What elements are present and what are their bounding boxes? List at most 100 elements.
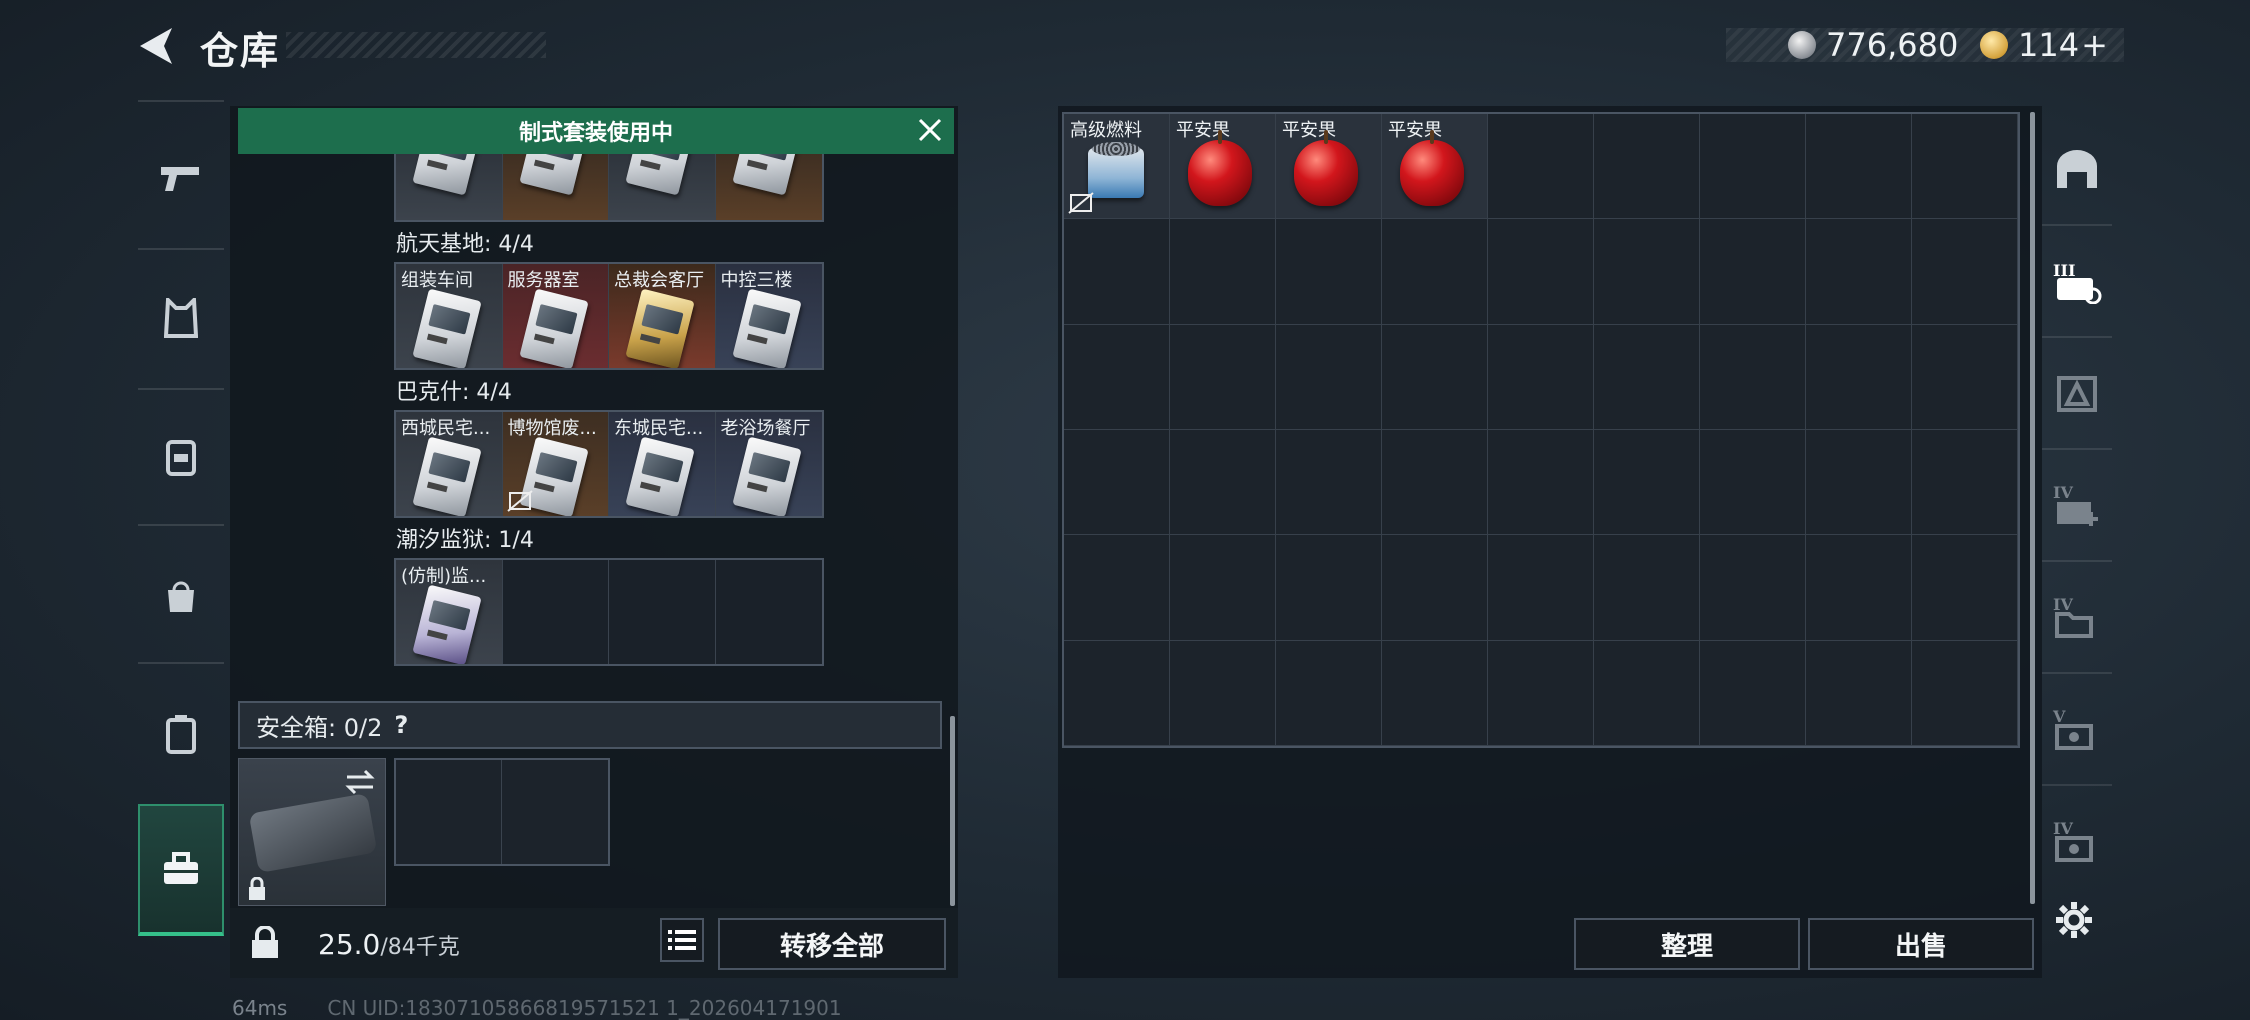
nav-weapons[interactable]: [138, 118, 224, 238]
stash-tab-4[interactable]: IV: [2042, 450, 2112, 562]
empty-stash-cell[interactable]: [1488, 324, 1594, 430]
empty-slot[interactable]: [503, 560, 609, 664]
stash-item[interactable]: 平安果: [1382, 114, 1488, 220]
keycard-slot[interactable]: 服务器室: [502, 264, 609, 368]
back-icon[interactable]: [136, 24, 180, 68]
gold-add-icon[interactable]: +: [2081, 26, 2108, 64]
apple-image: [1400, 130, 1464, 206]
empty-slot[interactable]: [609, 560, 716, 664]
empty-stash-cell[interactable]: [1064, 430, 1170, 536]
empty-stash-cell[interactable]: [1170, 430, 1276, 536]
card-slot[interactable]: [609, 150, 716, 220]
gold-currency[interactable]: 114 +: [1980, 26, 2108, 64]
stash-item[interactable]: 平安果: [1276, 114, 1382, 220]
nav-bag[interactable]: [138, 536, 224, 656]
close-icon[interactable]: [914, 114, 946, 146]
sell-button[interactable]: 出售: [1808, 918, 2034, 970]
empty-stash-cell[interactable]: [1912, 219, 2018, 325]
empty-stash-cell[interactable]: [1064, 324, 1170, 430]
empty-stash-cell[interactable]: [1488, 219, 1594, 325]
empty-stash-cell[interactable]: [1700, 324, 1806, 430]
empty-stash-cell[interactable]: [1594, 219, 1700, 325]
keycard-slot[interactable]: 东城民宅...: [609, 412, 716, 516]
list-view-button[interactable]: [660, 918, 704, 962]
empty-stash-cell[interactable]: [1700, 640, 1806, 746]
empty-stash-cell[interactable]: [1382, 535, 1488, 641]
empty-stash-cell[interactable]: [1806, 324, 1912, 430]
empty-stash-cell[interactable]: [1700, 430, 1806, 536]
keycard-slot[interactable]: 博物馆废...: [502, 412, 609, 516]
card-slot[interactable]: [502, 150, 609, 220]
empty-stash-cell[interactable]: [1170, 219, 1276, 325]
empty-stash-cell[interactable]: [1488, 114, 1594, 220]
empty-stash-cell[interactable]: [1594, 324, 1700, 430]
empty-stash-cell[interactable]: [1170, 324, 1276, 430]
keycard-slot[interactable]: (仿制)监...: [396, 560, 503, 664]
empty-slot[interactable]: [502, 760, 608, 864]
empty-stash-cell[interactable]: [1276, 324, 1382, 430]
nav-backpack[interactable]: [138, 396, 224, 516]
empty-stash-cell[interactable]: [1594, 640, 1700, 746]
keycard-slot[interactable]: 组装车间: [396, 264, 503, 368]
nav-case[interactable]: [138, 674, 224, 794]
card-slot[interactable]: [715, 150, 822, 220]
empty-stash-cell[interactable]: [1488, 640, 1594, 746]
empty-stash-cell[interactable]: [1594, 430, 1700, 536]
empty-stash-cell[interactable]: [1912, 640, 2018, 746]
stash-item[interactable]: 平安果: [1170, 114, 1276, 220]
help-icon[interactable]: ?: [394, 711, 408, 739]
empty-stash-cell[interactable]: [1806, 430, 1912, 536]
empty-stash-cell[interactable]: [1912, 324, 2018, 430]
nav-toolbox[interactable]: [138, 804, 224, 936]
empty-slot[interactable]: [716, 560, 823, 664]
empty-stash-cell[interactable]: [1806, 219, 1912, 325]
keycard-slot[interactable]: 西城民宅...: [396, 412, 503, 516]
keycard-slot[interactable]: 总裁会客厅: [609, 264, 716, 368]
scrollbar[interactable]: [950, 716, 955, 906]
empty-stash-cell[interactable]: [1276, 430, 1382, 536]
empty-stash-cell[interactable]: [1276, 535, 1382, 641]
empty-stash-cell[interactable]: [1700, 114, 1806, 220]
empty-stash-cell[interactable]: [1912, 430, 2018, 536]
empty-stash-cell[interactable]: [1382, 219, 1488, 325]
transfer-all-button[interactable]: 转移全部: [718, 918, 946, 970]
empty-stash-cell[interactable]: [1594, 114, 1700, 220]
empty-slot[interactable]: [396, 760, 502, 864]
empty-stash-cell[interactable]: [1064, 219, 1170, 325]
empty-stash-cell[interactable]: [1488, 430, 1594, 536]
safebox-container[interactable]: [238, 758, 386, 906]
empty-stash-cell[interactable]: [1382, 430, 1488, 536]
empty-stash-cell[interactable]: [1382, 640, 1488, 746]
keycard-slot[interactable]: 老浴场餐厅: [715, 412, 822, 516]
stash-tab-3[interactable]: [2042, 338, 2112, 450]
empty-stash-cell[interactable]: [1806, 535, 1912, 641]
empty-stash-cell[interactable]: [1276, 640, 1382, 746]
empty-stash-cell[interactable]: [1276, 219, 1382, 325]
empty-stash-cell[interactable]: [1488, 535, 1594, 641]
stash-scrollbar[interactable]: [2030, 112, 2035, 904]
stash-tab-7[interactable]: IV: [2042, 786, 2112, 898]
empty-stash-cell[interactable]: [1170, 640, 1276, 746]
empty-stash-cell[interactable]: [1064, 535, 1170, 641]
gear-icon[interactable]: [2054, 900, 2094, 940]
empty-stash-cell[interactable]: [1700, 535, 1806, 641]
stash-tab-5[interactable]: IV: [2042, 562, 2112, 674]
stash-tab-6[interactable]: V: [2042, 674, 2112, 786]
card-slot[interactable]: [396, 150, 503, 220]
stash-item[interactable]: 高级燃料: [1064, 114, 1170, 220]
empty-stash-cell[interactable]: [1806, 114, 1912, 220]
stash-tab-2[interactable]: III: [2042, 226, 2112, 338]
keycard-slot[interactable]: 中控三楼: [715, 264, 822, 368]
nav-armor[interactable]: [138, 258, 224, 378]
empty-stash-cell[interactable]: [1594, 535, 1700, 641]
empty-stash-cell[interactable]: [1806, 640, 1912, 746]
empty-stash-cell[interactable]: [1382, 324, 1488, 430]
empty-stash-cell[interactable]: [1170, 535, 1276, 641]
empty-stash-cell[interactable]: [1912, 535, 2018, 641]
empty-stash-cell[interactable]: [1064, 640, 1170, 746]
empty-stash-cell[interactable]: [1912, 114, 2018, 220]
swap-icon[interactable]: [343, 767, 377, 797]
organize-button[interactable]: 整理: [1574, 918, 1800, 970]
stash-tab-main[interactable]: [2042, 114, 2112, 226]
empty-stash-cell[interactable]: [1700, 219, 1806, 325]
